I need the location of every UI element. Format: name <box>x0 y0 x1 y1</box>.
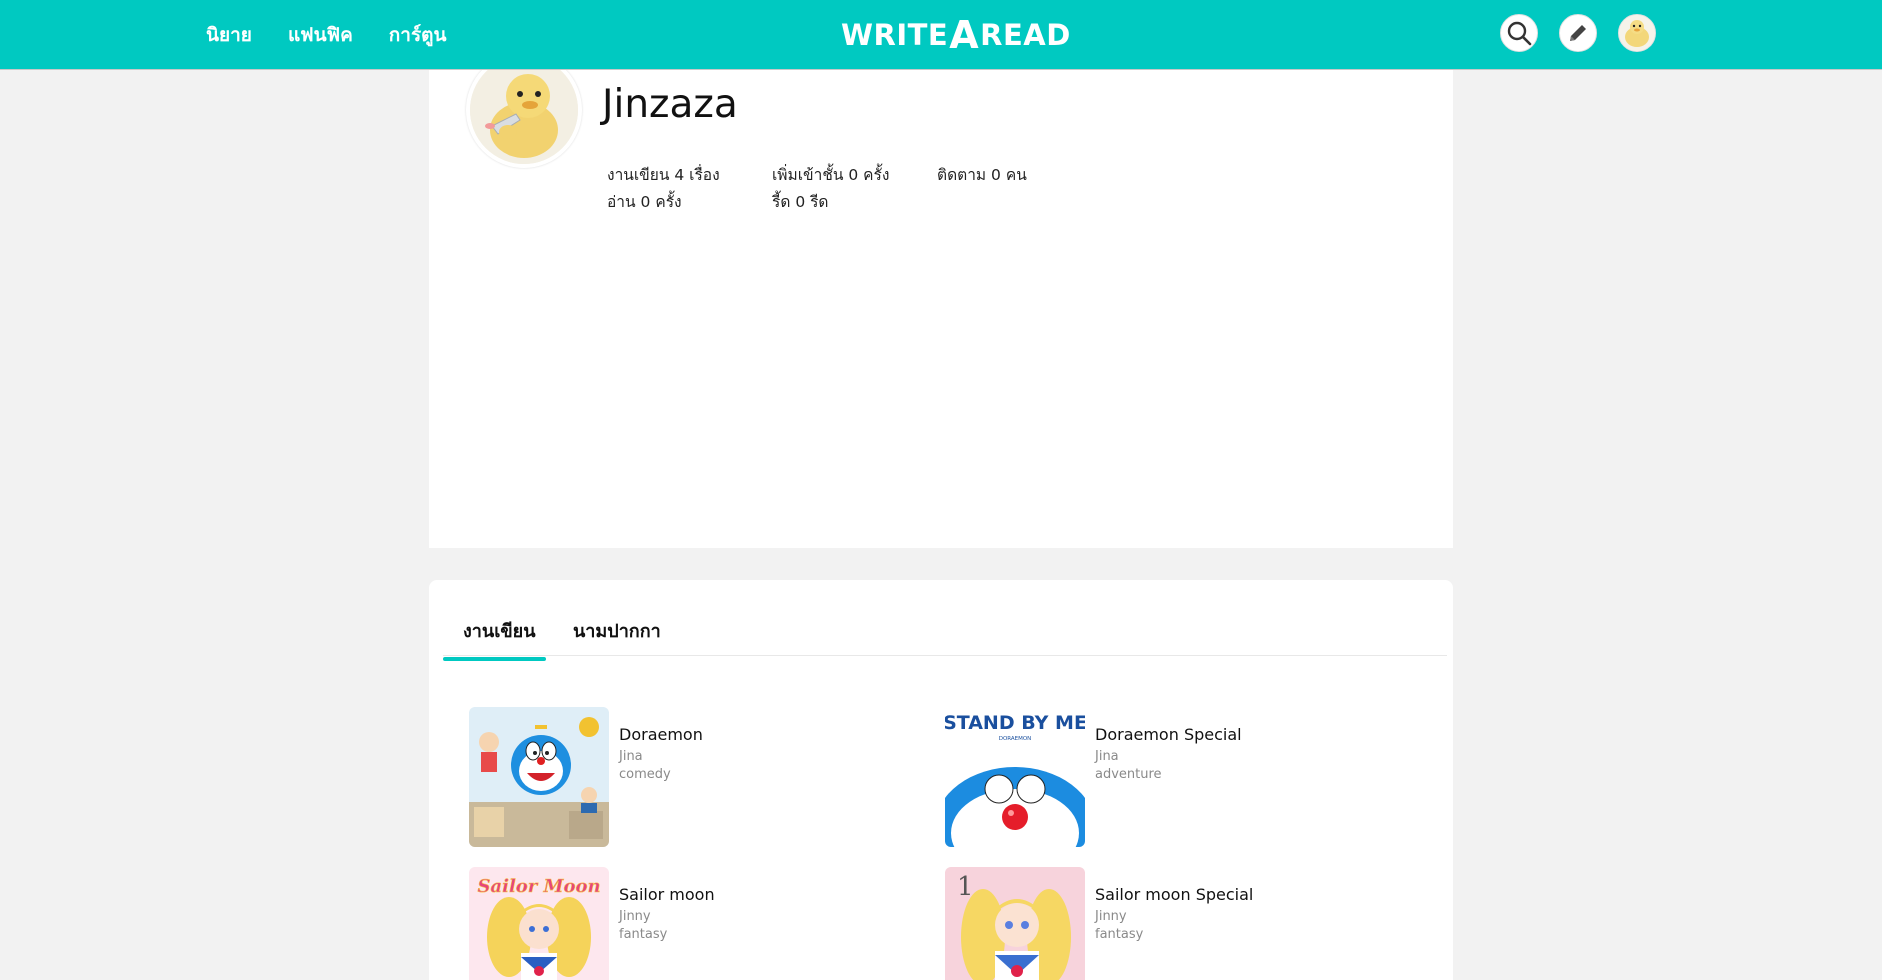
write-button[interactable] <box>1559 14 1597 52</box>
sailor-moon-cover-image: Sailor Moon <box>469 867 609 980</box>
user-avatar-button[interactable] <box>1618 14 1656 52</box>
top-navigation-bar: นิยาย แฟนฟิค การ์ตูน WRITE A READ <box>0 0 1882 70</box>
stat-followers: ติดตาม 0 คน <box>937 166 1027 184</box>
logo-text-a: A <box>949 13 980 57</box>
nav-link-novel[interactable]: นิยาย <box>206 20 252 50</box>
search-button[interactable] <box>1500 14 1538 52</box>
story-genre: fantasy <box>619 927 668 942</box>
nav-link-fanfic[interactable]: แฟนฟิค <box>288 20 353 50</box>
profile-name: Jinzaza <box>602 82 738 127</box>
story-cover: STAND BY ME DORAEMON <box>945 707 1085 847</box>
duck-avatar-icon <box>1619 15 1655 51</box>
story-author[interactable]: Jina <box>1095 749 1119 764</box>
cover-title-text: Sailor Moon <box>477 876 600 897</box>
story-genre: comedy <box>619 767 671 782</box>
story-card[interactable]: 1 Sailor moon Special Jinny fantasy <box>945 867 1345 980</box>
story-card[interactable]: Doraemon Jina comedy <box>469 707 869 847</box>
story-card[interactable]: STAND BY ME DORAEMON Doraemon Special Ji… <box>945 707 1345 847</box>
stand-by-me-cover-image: STAND BY ME DORAEMON <box>945 707 1085 847</box>
stat-works: งานเขียน 4 เรื่อง <box>607 166 720 184</box>
story-title[interactable]: Sailor moon <box>619 885 715 904</box>
stat-shelf-adds: เพิ่มเข้าชั้น 0 ครั้ง <box>772 166 890 184</box>
story-genre: fantasy <box>1095 927 1144 942</box>
story-author[interactable]: Jina <box>619 749 643 764</box>
category-nav: นิยาย แฟนฟิค การ์ตูน <box>206 0 447 70</box>
tab-pen-names[interactable]: นามปากกา <box>573 616 661 655</box>
profile-card: Jinzaza งานเขียน 4 เรื่อง อ่าน 0 ครั้ง เ… <box>429 52 1453 548</box>
story-title[interactable]: Doraemon Special <box>1095 725 1242 744</box>
logo-text-read: READ <box>980 18 1071 52</box>
story-title[interactable]: Doraemon <box>619 725 703 744</box>
stat-reeds: รี้ด 0 รีด <box>772 193 829 211</box>
story-author[interactable]: Jinny <box>1095 909 1127 924</box>
story-cover: 1 <box>945 867 1085 980</box>
works-card: งานเขียน นามปากกา Doraemon Jina comedy S… <box>429 580 1453 980</box>
pencil-icon <box>1570 25 1586 41</box>
story-title[interactable]: Sailor moon Special <box>1095 885 1253 904</box>
story-card[interactable]: Sailor Moon Sailor moon Jinny fantasy <box>469 867 869 980</box>
nav-link-cartoon[interactable]: การ์ตูน <box>389 20 447 50</box>
logo-text-write: WRITE <box>841 18 949 52</box>
nav-actions <box>1500 14 1656 52</box>
duck-avatar-icon <box>470 56 578 164</box>
story-cover: Sailor Moon <box>469 867 609 980</box>
story-author[interactable]: Jinny <box>619 909 651 924</box>
search-icon <box>1507 21 1532 46</box>
writearead-logo[interactable]: WRITE A READ <box>841 13 1071 57</box>
cover-subtitle-text: DORAEMON <box>999 736 1032 742</box>
sailor-moon-special-cover-image: 1 <box>945 867 1085 980</box>
story-genre: adventure <box>1095 767 1162 782</box>
tab-writing[interactable]: งานเขียน <box>443 616 545 661</box>
stat-reads: อ่าน 0 ครั้ง <box>607 193 682 211</box>
profile-tabs: งานเขียน นามปากกา <box>443 606 1447 661</box>
cover-title-text: STAND BY ME <box>945 712 1085 734</box>
story-cover <box>469 707 609 847</box>
doraemon-cover-image <box>469 707 609 847</box>
profile-stats: งานเขียน 4 เรื่อง อ่าน 0 ครั้ง เพิ่มเข้า… <box>607 162 1107 222</box>
